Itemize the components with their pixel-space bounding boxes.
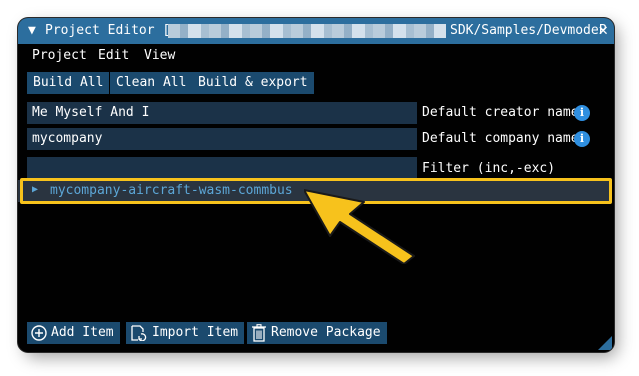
remove-package-button[interactable]: Remove Package: [247, 322, 387, 344]
window-title: Project Editor [: [45, 23, 171, 38]
menu-bar: Project Edit View: [18, 44, 614, 68]
info-icon[interactable]: i: [574, 105, 590, 121]
collapse-icon[interactable]: ▼: [28, 23, 36, 38]
resize-grip-icon[interactable]: [598, 336, 612, 350]
clean-all-button[interactable]: Clean All: [110, 72, 193, 94]
creator-name-input[interactable]: Me Myself And I: [27, 102, 417, 124]
import-item-button[interactable]: Import Item: [126, 322, 245, 344]
redacted-path: [168, 24, 446, 38]
add-item-label: Add Item: [51, 325, 114, 340]
build-all-button[interactable]: Build All: [27, 72, 110, 94]
filter-label: Filter (inc,-exc): [422, 161, 556, 176]
filter-input[interactable]: [27, 157, 417, 179]
project-editor-window: ▼ Project Editor [ SDK/Samples/DevmodeP …: [18, 18, 614, 352]
title-bar[interactable]: ▼ Project Editor [ SDK/Samples/DevmodeP …: [18, 18, 614, 44]
info-icon[interactable]: i: [574, 131, 590, 147]
creator-name-label: Default creator name: [422, 105, 579, 120]
tree-item-label[interactable]: mycompany-aircraft-wasm-commbus: [50, 183, 293, 198]
menu-project[interactable]: Project: [32, 48, 87, 63]
remove-package-label: Remove Package: [271, 325, 381, 340]
expand-arrow-icon[interactable]: ▶: [32, 184, 38, 195]
company-name-input[interactable]: mycompany: [27, 128, 417, 150]
import-icon: [131, 324, 147, 341]
window-title-path: SDK/Samples/DevmodeP: [450, 23, 607, 38]
menu-edit[interactable]: Edit: [98, 48, 129, 63]
close-icon[interactable]: ✕: [598, 20, 608, 39]
menu-view[interactable]: View: [144, 48, 175, 63]
company-name-label: Default company name: [422, 131, 579, 146]
import-item-label: Import Item: [152, 325, 239, 340]
add-item-button[interactable]: Add Item: [27, 322, 120, 344]
pointer-arrow-icon: [304, 189, 415, 264]
add-circle-icon: [31, 324, 47, 341]
build-export-button[interactable]: Build & export: [192, 72, 314, 94]
trash-icon: [252, 323, 266, 342]
